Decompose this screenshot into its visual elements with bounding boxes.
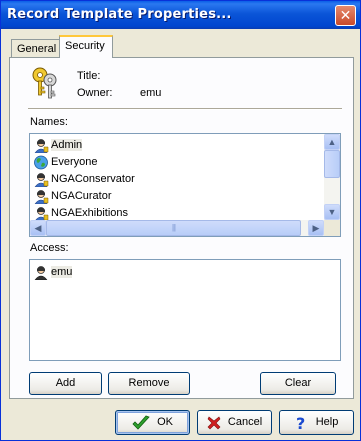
list-item-label: emu	[51, 266, 73, 278]
title-label: Title:	[77, 70, 101, 82]
checkmark-icon	[132, 415, 150, 430]
scroll-left-button[interactable]: ◀	[30, 220, 46, 236]
list-item[interactable]: NGAConservator	[33, 171, 135, 188]
tab-security-label: Security	[65, 40, 105, 52]
horizontal-scroll-thumb[interactable]: |||	[46, 220, 301, 236]
tab-security[interactable]: Security	[59, 35, 113, 58]
vertical-scrollbar[interactable]: ▲ ▼	[324, 134, 340, 220]
list-item[interactable]: emu	[33, 264, 73, 281]
cancel-button[interactable]: Cancel	[197, 410, 272, 435]
security-tab-panel: Title: Owner: emu Names: Admin Everyone …	[9, 57, 354, 399]
clear-button-label: Clear	[284, 377, 312, 389]
scroll-down-button[interactable]: ▼	[324, 204, 340, 220]
chevron-right-icon: ▶	[312, 223, 320, 233]
help-button-label: Help	[315, 416, 339, 428]
list-item[interactable]: Everyone	[33, 154, 97, 171]
scroll-right-button[interactable]: ▶	[308, 220, 324, 236]
list-item-label: Admin	[51, 139, 83, 151]
list-item[interactable]: Admin	[33, 137, 83, 154]
svg-text:?: ?	[296, 415, 305, 431]
list-item-label: NGACurator	[51, 190, 112, 202]
chevron-down-icon: ▼	[327, 207, 337, 217]
access-listbox[interactable]: emu	[29, 259, 341, 361]
remove-button[interactable]: Remove	[108, 372, 190, 395]
chevron-left-icon: ◀	[34, 223, 42, 233]
remove-button-label: Remove	[128, 377, 170, 389]
user-icon	[34, 266, 48, 280]
names-listbox[interactable]: Admin Everyone NGAConservator NGACurator…	[29, 133, 341, 237]
ok-button-label: OK	[157, 416, 173, 428]
user-icon	[34, 190, 49, 204]
scroll-up-button[interactable]: ▲	[324, 134, 340, 150]
tab-general-label: General	[17, 43, 57, 55]
list-item-label: Everyone	[51, 156, 98, 168]
add-button-label: Add	[55, 377, 76, 389]
globe-icon	[34, 155, 48, 170]
ok-button[interactable]: OK	[115, 410, 190, 435]
cancel-button-label: Cancel	[227, 416, 263, 428]
horizontal-scrollbar[interactable]: ◀ ||| ▶	[30, 220, 324, 236]
divider	[28, 108, 342, 110]
access-label: Access:	[30, 242, 69, 254]
list-item[interactable]: NGACurator	[33, 188, 112, 205]
add-button[interactable]: Add	[29, 372, 102, 395]
close-icon	[207, 416, 221, 429]
tab-general[interactable]: General	[11, 39, 61, 57]
user-icon	[34, 173, 49, 187]
owner-label: Owner:	[77, 87, 113, 99]
title-bar[interactable]: Record Template Properties... ✕	[1, 1, 360, 29]
window-title: Record Template Properties...	[7, 7, 232, 22]
scroll-corner	[324, 220, 340, 236]
clear-button[interactable]: Clear	[260, 372, 336, 395]
help-button[interactable]: ? Help	[279, 410, 354, 435]
chevron-up-icon: ▲	[327, 137, 337, 147]
help-question-icon: ?	[296, 415, 305, 431]
user-icon	[34, 139, 49, 153]
keys-icon	[32, 67, 57, 99]
names-label: Names:	[30, 116, 68, 128]
vertical-scroll-thumb[interactable]	[324, 150, 340, 178]
list-item-label: NGAExhibitions	[51, 207, 129, 219]
user-icon	[34, 207, 49, 221]
close-button[interactable]: ✕	[335, 5, 356, 26]
list-item-label: NGAConservator	[51, 173, 135, 185]
close-icon: ✕	[339, 7, 352, 23]
dialog-window: Record Template Properties... ✕ General …	[0, 0, 361, 441]
owner-value: emu	[140, 87, 162, 99]
